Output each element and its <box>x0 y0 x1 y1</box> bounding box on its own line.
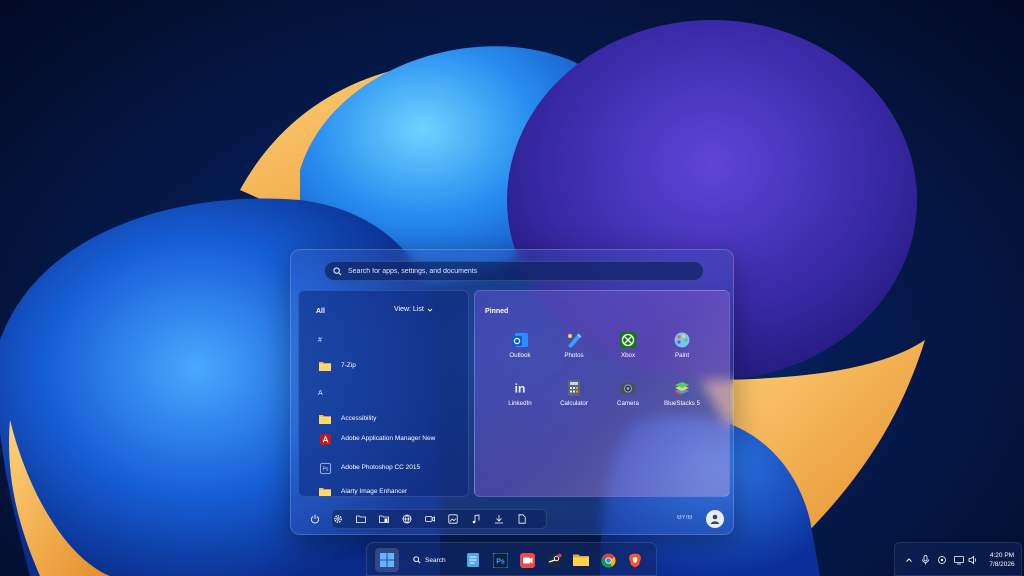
pinned-app-outlook[interactable]: Outlook <box>495 331 545 359</box>
windows-logo-icon <box>380 553 394 567</box>
clock[interactable]: 4:20 PM 7/8/2026 <box>983 551 1021 569</box>
pinned-app-camera[interactable]: Camera <box>603 379 653 407</box>
taskbar-steam[interactable] <box>542 548 566 572</box>
list-item-label: Adobe Photoshop CC 2015 <box>341 464 421 471</box>
pinned-app-photos[interactable]: Photos <box>549 331 599 359</box>
outlook-icon <box>511 331 529 349</box>
pinned-title: Pinned <box>485 308 509 315</box>
videos-icon[interactable] <box>424 513 436 525</box>
adobe-icon <box>319 433 331 445</box>
all-apps-title: All <box>316 308 325 315</box>
taskbar-search-label: Search <box>425 556 446 564</box>
taskbar-chrome[interactable] <box>596 548 620 572</box>
pinned-app-calculator[interactable]: Calculator <box>549 379 599 407</box>
folder-icon <box>319 487 331 496</box>
taskbar: Search Ps <box>366 542 657 576</box>
chrome-icon <box>600 552 616 568</box>
list-item-photoshop[interactable]: Ps Adobe Photoshop CC 2015 <box>319 462 451 474</box>
list-item-7zip[interactable]: 7-Zip <box>319 362 451 371</box>
brave-icon <box>629 553 641 567</box>
pinned-app-label: Outlook <box>509 352 531 359</box>
xbox-icon <box>619 331 637 349</box>
pinned-app-paint[interactable]: Paint <box>657 331 707 359</box>
documents-icon[interactable] <box>378 513 390 525</box>
view-mode-button[interactable]: View: List <box>394 306 433 313</box>
list-item-adobe-app-manager[interactable]: Adobe Application Manager New <box>319 433 451 445</box>
downloads-icon[interactable] <box>493 513 505 525</box>
file-explorer-icon <box>573 554 589 566</box>
clock-date: 7/8/2026 <box>989 561 1015 568</box>
list-item-accessibility[interactable]: Accessibility <box>319 415 451 424</box>
network-icon[interactable] <box>401 513 413 525</box>
folder-icon <box>319 361 331 371</box>
network-status-icon[interactable] <box>953 554 964 565</box>
taskbar-brave[interactable] <box>623 548 647 572</box>
start-search-box[interactable] <box>324 261 704 281</box>
pinned-app-label: LinkedIn <box>508 400 532 407</box>
pinned-app-label: Calculator <box>560 400 588 407</box>
pinned-app-linkedin[interactable]: in LinkedIn <box>495 379 545 408</box>
search-icon <box>413 556 421 564</box>
user-icon <box>710 514 720 524</box>
pinned-panel: Pinned Outlook Photos Xbox Paint in Link… <box>474 290 730 497</box>
search-input[interactable] <box>348 267 678 275</box>
group-header-a[interactable]: A <box>318 390 323 397</box>
list-item-label: Adobe Application Manager New <box>341 435 436 442</box>
taskbar-photoshop[interactable]: Ps <box>488 548 512 572</box>
volume-icon[interactable] <box>967 554 978 565</box>
system-tray: 4:20 PM 7/8/2026 <box>894 542 1022 576</box>
user-name: ӨYrӨ <box>677 515 693 521</box>
camera-icon <box>619 379 637 397</box>
chevron-up-icon[interactable] <box>903 554 914 565</box>
pinned-app-label: Xbox <box>620 352 636 359</box>
pinned-app-label: BlueStacks 5 <box>663 400 701 407</box>
linkedin-icon: in <box>511 379 529 397</box>
svg-text:Ps: Ps <box>322 466 328 472</box>
taskbar-search-button[interactable]: Search <box>405 550 457 570</box>
pinned-app-label: Camera <box>616 400 639 407</box>
view-mode-label: View: List <box>394 306 424 313</box>
paint-icon <box>673 331 691 349</box>
steam-icon <box>547 553 561 567</box>
file-explorer-icon[interactable] <box>355 513 367 525</box>
taskbar-media[interactable] <box>515 548 539 572</box>
pinned-app-xbox[interactable]: Xbox <box>603 331 653 359</box>
calculator-icon <box>565 379 583 397</box>
user-avatar[interactable] <box>706 510 724 528</box>
notepad-icon <box>467 553 479 567</box>
chevron-down-icon <box>427 308 433 312</box>
start-menu: All View: List # 7-Zip A Accessibility A… <box>290 249 734 535</box>
taskbar-file-explorer[interactable] <box>569 548 593 572</box>
photoshop-icon: Ps <box>319 462 331 474</box>
media-icon <box>519 552 535 568</box>
search-icon <box>333 266 342 275</box>
pinned-app-bluestacks[interactable]: BlueStacks 5 <box>657 379 707 407</box>
pictures-icon[interactable] <box>447 513 459 525</box>
list-item-label: 7-Zip <box>341 362 356 369</box>
power-icon[interactable] <box>309 513 321 525</box>
pinned-app-label: Photos <box>564 352 584 359</box>
microphone-icon[interactable] <box>920 554 931 565</box>
list-item-aiarty[interactable]: Aiarty Image Enhancer <box>319 487 451 496</box>
photos-icon <box>565 331 583 349</box>
location-icon[interactable] <box>936 554 947 565</box>
svg-text:Ps: Ps <box>496 558 505 565</box>
all-apps-panel: All View: List # 7-Zip A Accessibility A… <box>298 290 469 497</box>
bluestacks-icon <box>673 379 691 397</box>
folder-icon <box>319 414 331 424</box>
group-header-hash[interactable]: # <box>318 337 322 344</box>
photoshop-icon: Ps <box>492 552 508 568</box>
start-bottom-bar: ӨYrӨ <box>301 509 725 529</box>
clock-time: 4:20 PM <box>989 552 1015 559</box>
pinned-app-label: Paint <box>674 352 690 359</box>
list-item-label: Aiarty Image Enhancer <box>341 488 408 495</box>
start-button[interactable] <box>375 548 399 572</box>
music-icon[interactable] <box>470 513 482 525</box>
settings-icon[interactable] <box>332 513 344 525</box>
list-item-label: Accessibility <box>341 415 377 422</box>
file-icon[interactable] <box>516 513 528 525</box>
svg-text:in: in <box>515 382 526 396</box>
taskbar-notepad[interactable] <box>461 548 485 572</box>
